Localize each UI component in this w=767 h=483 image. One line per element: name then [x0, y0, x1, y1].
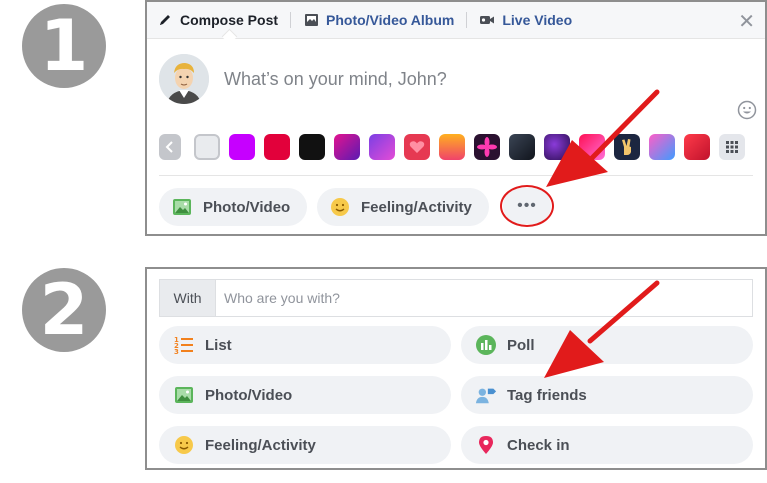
- swatch-dark[interactable]: [509, 134, 535, 160]
- close-icon[interactable]: ✕: [738, 9, 755, 33]
- tab-photo-video-album[interactable]: Photo/Video Album: [303, 2, 454, 38]
- avatar: [159, 54, 209, 104]
- swatch-peace[interactable]: [614, 134, 640, 160]
- smiley-icon: [173, 434, 195, 456]
- check-in-label: Check in: [507, 436, 570, 454]
- tab-compose-post[interactable]: Compose Post: [147, 2, 278, 38]
- feeling-activity-label: Feeling/Activity: [361, 198, 472, 216]
- who-are-you-with-input[interactable]: [216, 280, 752, 316]
- tab-live-video-label: Live Video: [502, 12, 573, 28]
- tab-photo-video-album-label: Photo/Video Album: [326, 12, 455, 28]
- location-pin-icon: [475, 434, 497, 456]
- feeling-activity-option[interactable]: Feeling/Activity: [159, 426, 451, 464]
- step-1-badge: 1: [22, 4, 106, 88]
- swatch-heart[interactable]: [404, 134, 430, 160]
- smiley-icon: [329, 196, 351, 218]
- photo-icon: [171, 196, 193, 218]
- step-2-badge: 2: [22, 268, 106, 352]
- swatch-magenta-purple[interactable]: [334, 134, 360, 160]
- pencil-icon: [157, 12, 173, 28]
- poll-option[interactable]: Poll: [461, 326, 753, 364]
- album-icon: [303, 12, 319, 28]
- step-2-number: 2: [39, 269, 89, 351]
- photo-icon: [173, 384, 195, 406]
- composer-tabs-bar: Compose Post Photo/Video Album Live Vide…: [147, 2, 765, 39]
- annotation-circle: [500, 185, 554, 227]
- step-1-number: 1: [39, 5, 89, 87]
- tab-separator: [290, 12, 292, 28]
- swatch-orange[interactable]: [439, 134, 465, 160]
- swatch-black[interactable]: [299, 134, 325, 160]
- swatch-plain[interactable]: [194, 134, 220, 160]
- tab-compose-post-label: Compose Post: [180, 12, 279, 28]
- photo-video-option-label: Photo/Video: [205, 386, 293, 404]
- tab-separator: [466, 12, 468, 28]
- list-icon: 123: [173, 334, 195, 356]
- poll-label: Poll: [507, 336, 535, 354]
- post-options-panel: With 123 List Poll Photo/Video Tag frien…: [145, 267, 767, 470]
- check-in-option[interactable]: Check in: [461, 426, 753, 464]
- composer-input[interactable]: What’s on your mind, John?: [224, 69, 447, 90]
- photo-video-label: Photo/Video: [203, 198, 291, 216]
- swatch-pink-flower[interactable]: [474, 134, 500, 160]
- compose-post-panel: Compose Post Photo/Video Album Live Vide…: [145, 0, 767, 236]
- swatch-red[interactable]: [264, 134, 290, 160]
- feeling-activity-button[interactable]: Feeling/Activity: [317, 188, 489, 226]
- list-option[interactable]: 123 List: [159, 326, 451, 364]
- video-camera-icon: [479, 12, 495, 28]
- tag-friends-label: Tag friends: [507, 386, 587, 404]
- photo-video-option[interactable]: Photo/Video: [159, 376, 451, 414]
- photo-video-button[interactable]: Photo/Video: [159, 188, 307, 226]
- swatch-purple[interactable]: [229, 134, 255, 160]
- tag-friends-icon: [475, 384, 497, 406]
- with-label: With: [160, 280, 216, 316]
- composer-divider: [159, 175, 753, 176]
- tag-friends-option[interactable]: Tag friends: [461, 376, 753, 414]
- swatch-crimson[interactable]: [684, 134, 710, 160]
- swatch-pink-blue[interactable]: [649, 134, 675, 160]
- swatch-grid-button[interactable]: [719, 134, 745, 160]
- swatch-red-pink[interactable]: [579, 134, 605, 160]
- with-row: With: [159, 279, 753, 317]
- poll-icon: [475, 334, 497, 356]
- emoji-icon[interactable]: [737, 100, 757, 120]
- svg-text:3: 3: [174, 348, 179, 355]
- swatch-galaxy[interactable]: [544, 134, 570, 160]
- tab-live-video[interactable]: Live Video: [479, 2, 572, 38]
- feeling-activity-option-label: Feeling/Activity: [205, 436, 316, 454]
- list-label: List: [205, 336, 232, 354]
- swatch-purple-pink[interactable]: [369, 134, 395, 160]
- swatch-prev-button[interactable]: [159, 134, 181, 160]
